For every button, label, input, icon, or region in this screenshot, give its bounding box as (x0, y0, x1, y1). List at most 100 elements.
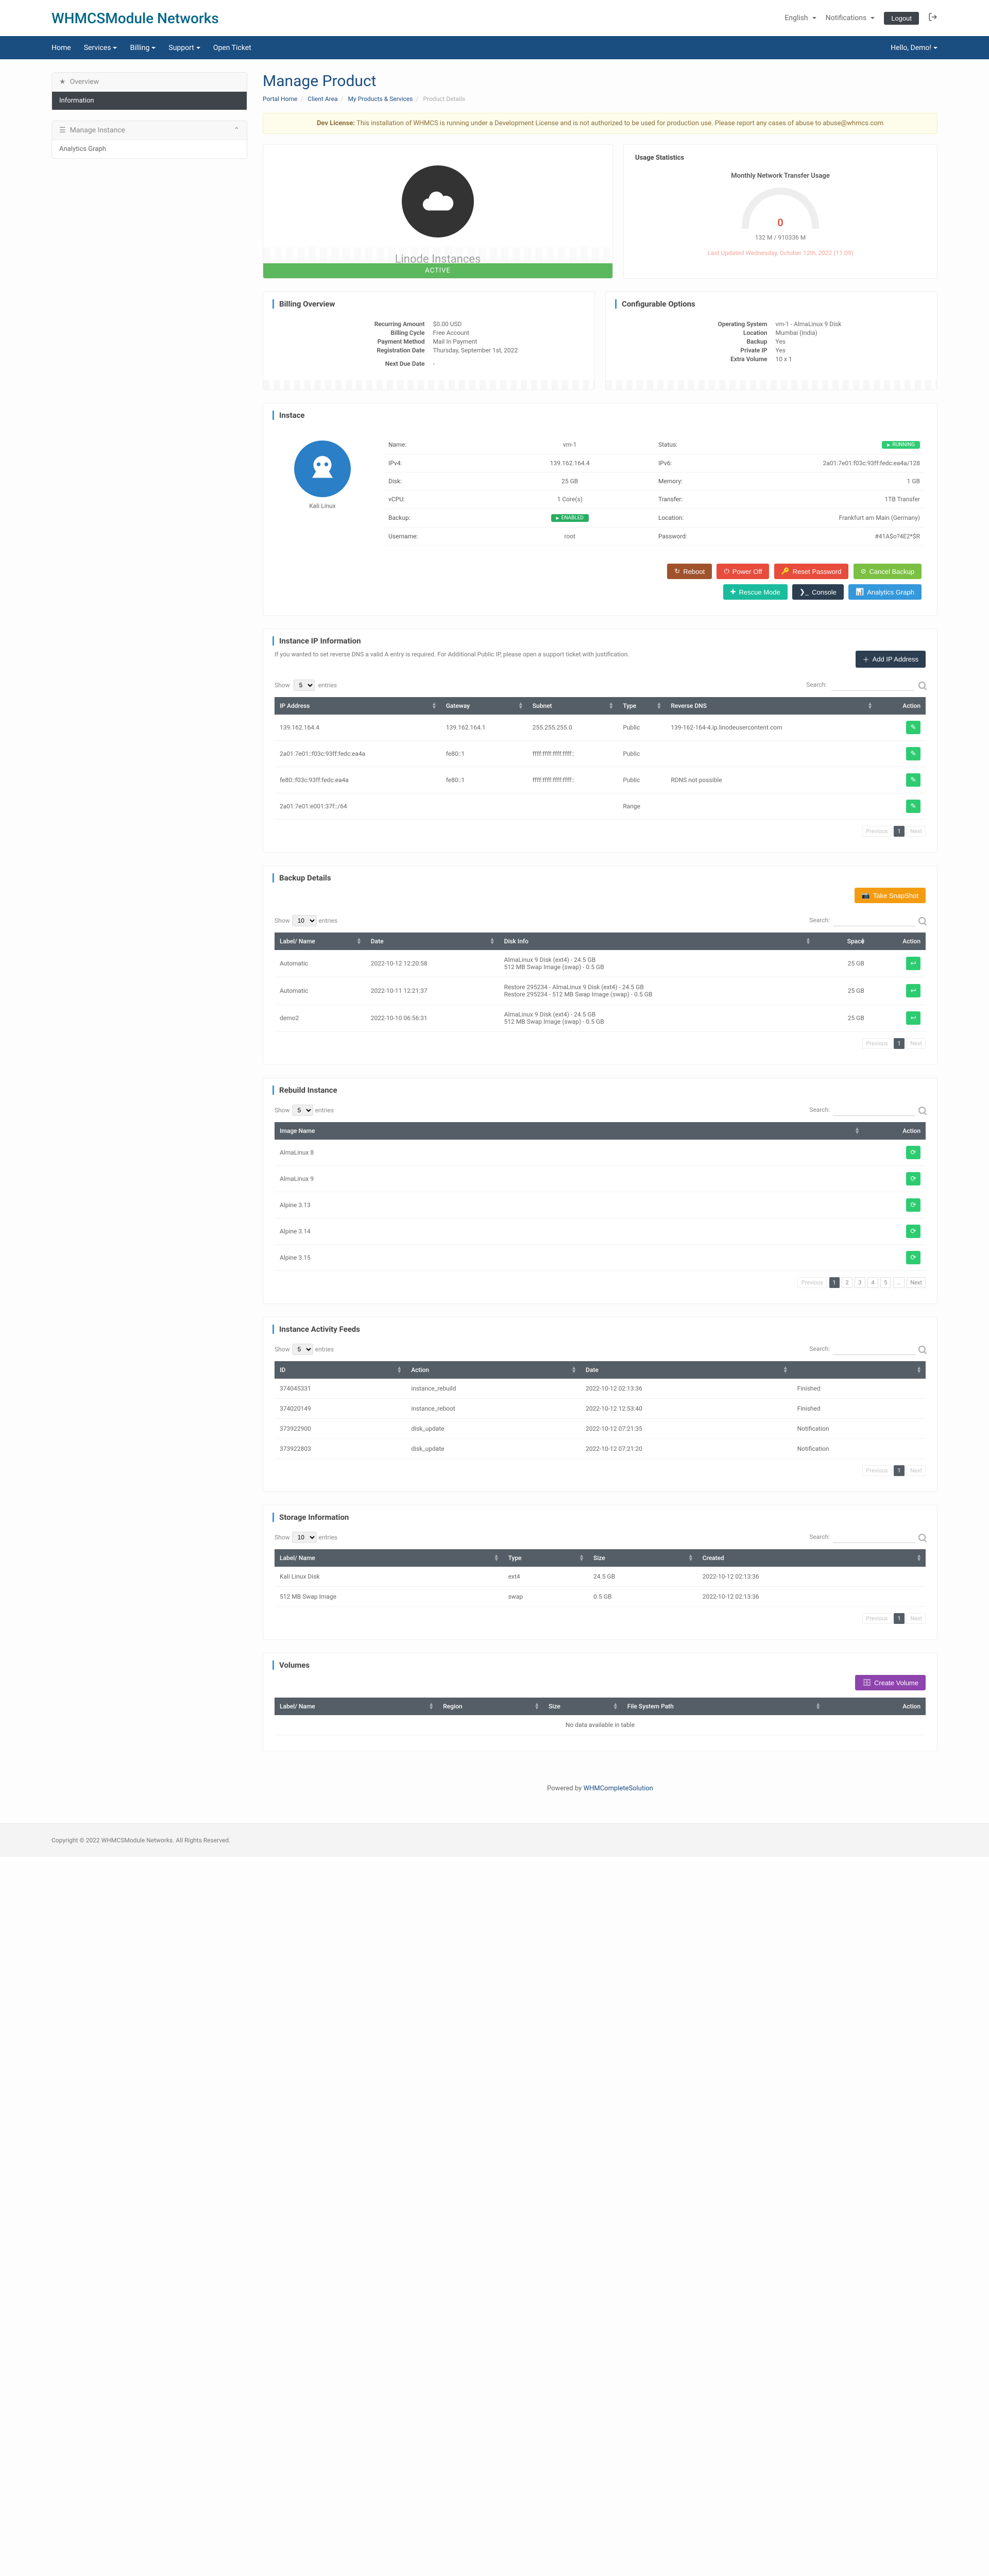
reboot-button[interactable]: ↻Reboot (667, 564, 712, 579)
ip-th-subnet[interactable]: Subnet▲▼ (527, 697, 618, 715)
exit-icon[interactable] (928, 12, 937, 24)
st-th-name[interactable]: Label/ Name▲▼ (275, 1549, 503, 1567)
bk-prev[interactable]: Previous (862, 1038, 891, 1049)
nav-support[interactable]: Support (168, 44, 200, 52)
ip-entries-select[interactable]: 5 (294, 680, 315, 691)
crumb-products[interactable]: My Products & Services (348, 95, 413, 103)
rb-deploy-button[interactable]: ⟳ (906, 1225, 920, 1238)
st-next[interactable]: Next (907, 1613, 926, 1624)
bk-th-date[interactable]: Date▲▼ (366, 933, 499, 950)
create-volume-button[interactable]: 🗄Create Volume (855, 1675, 926, 1690)
rb-page-5[interactable]: 5 (880, 1277, 891, 1288)
ip-show-label: Show (275, 682, 290, 689)
nav-home[interactable]: Home (52, 44, 71, 52)
bk-th-space[interactable]: Space▲▼ (815, 933, 869, 950)
ip-page-1[interactable]: 1 (894, 826, 904, 837)
crumb-portal[interactable]: Portal Home (263, 95, 297, 103)
sidebar-manage-header[interactable]: ☰ Manage Instance ⌃ (52, 121, 247, 140)
ip-th-gateway[interactable]: Gateway▲▼ (441, 697, 527, 715)
act-next[interactable]: Next (907, 1465, 926, 1476)
poweroff-button[interactable]: ⏻Power Off (717, 564, 769, 579)
reset-password-button[interactable]: 🔑Reset Password (774, 564, 849, 579)
bk-entries-select[interactable]: 10 (292, 915, 317, 926)
vol-th-size[interactable]: Size▲▼ (543, 1698, 622, 1715)
nav-billing[interactable]: Billing (130, 44, 156, 52)
act-page-1[interactable]: 1 (894, 1465, 904, 1476)
nav-user-menu[interactable]: Hello, Demo! (891, 44, 937, 52)
rb-page-4[interactable]: 4 (867, 1277, 878, 1288)
crumb-client[interactable]: Client Area (308, 95, 337, 103)
ip-next[interactable]: Next (907, 826, 926, 837)
ip-edit-button[interactable]: ✎ (906, 800, 920, 813)
nav-open-ticket[interactable]: Open Ticket (213, 44, 251, 52)
rb-page-more[interactable]: … (893, 1277, 904, 1288)
st-page-1[interactable]: 1 (894, 1613, 904, 1624)
rb-search-input[interactable] (833, 1104, 915, 1116)
console-button[interactable]: ❯_Console (792, 584, 844, 600)
take-snapshot-button[interactable]: 📷Take SnapShot (855, 888, 926, 903)
bk-th-name[interactable]: Label/ Name▲▼ (275, 933, 366, 950)
rb-deploy-button[interactable]: ⟳ (906, 1251, 920, 1264)
brand-logo[interactable]: WHMCSModule Networks (52, 10, 785, 27)
crumb-current: Product Details (423, 95, 465, 103)
bk-next[interactable]: Next (907, 1038, 926, 1049)
bk-search-input[interactable] (833, 914, 915, 926)
rb-next[interactable]: Next (907, 1277, 926, 1288)
rb-deploy-button[interactable]: ⟳ (906, 1172, 920, 1185)
st-th-created[interactable]: Created▲▼ (697, 1549, 926, 1567)
language-selector[interactable]: English (785, 14, 816, 22)
ip-edit-button[interactable]: ✎ (906, 721, 920, 734)
table-row: AlmaLinux 8 ⟳ (275, 1140, 926, 1166)
ip-edit-button[interactable]: ✎ (906, 747, 920, 760)
rb-page-2[interactable]: 2 (842, 1277, 852, 1288)
bk-restore-button[interactable]: ↩ (906, 1011, 920, 1025)
rb-th-image[interactable]: Image Name▲▼ (275, 1122, 864, 1140)
st-search-input[interactable] (833, 1531, 915, 1543)
act-th-date[interactable]: Date▲▼ (581, 1361, 792, 1379)
rb-page-3[interactable]: 3 (855, 1277, 865, 1288)
rb-page-1[interactable]: 1 (829, 1277, 840, 1288)
ip-edit-button[interactable]: ✎ (906, 773, 920, 787)
bk-th-disk[interactable]: Disk Info▲▼ (499, 933, 814, 950)
logout-button[interactable]: Logout (884, 12, 919, 25)
vol-th-region[interactable]: Region▲▼ (438, 1698, 543, 1715)
sidebar-analytics-graph[interactable]: Analytics Graph (52, 140, 247, 158)
act-cell-status: Notification (792, 1439, 926, 1459)
rb-deploy-button[interactable]: ⟳ (906, 1146, 920, 1159)
rb-entries-select[interactable]: 5 (292, 1105, 313, 1116)
refresh-icon: ↻ (674, 567, 680, 575)
notifications-dropdown[interactable]: Notifications (826, 14, 875, 22)
bk-restore-button[interactable]: ↩ (906, 984, 920, 997)
bk-page-1[interactable]: 1 (894, 1038, 904, 1049)
ip-th-rdns[interactable]: Reverse DNS▲▼ (666, 697, 877, 715)
st-entries-select[interactable]: 10 (292, 1532, 317, 1543)
inst-user-label: Username: (384, 528, 485, 546)
rb-prev[interactable]: Previous (797, 1277, 826, 1288)
rescue-mode-button[interactable]: ✚Rescue Mode (723, 584, 788, 600)
backup-table: Label/ Name▲▼ Date▲▼ Disk Info▲▼ Space▲▼… (275, 933, 926, 1032)
rb-deploy-button[interactable]: ⟳ (906, 1198, 920, 1212)
act-th-action[interactable]: Action▲▼ (406, 1361, 581, 1379)
add-ip-button[interactable]: ＋Add IP Address (856, 651, 926, 668)
act-th-status[interactable]: ▲▼ (792, 1361, 926, 1379)
analytics-graph-button[interactable]: 📊Analytics Graph (848, 584, 922, 600)
act-prev[interactable]: Previous (862, 1465, 891, 1476)
cancel-backup-button[interactable]: ⊘Cancel Backup (854, 564, 922, 579)
nav-services[interactable]: Services (84, 44, 117, 52)
ip-search-input[interactable] (831, 679, 914, 691)
st-th-size[interactable]: Size▲▼ (588, 1549, 697, 1567)
ip-cell-address: 139.162.164.4 (275, 715, 441, 741)
st-prev[interactable]: Previous (862, 1613, 891, 1624)
act-entries-select[interactable]: 5 (292, 1344, 313, 1355)
sidebar-information[interactable]: Information (52, 92, 247, 110)
act-search-input[interactable] (833, 1343, 915, 1355)
ip-prev[interactable]: Previous (862, 826, 891, 837)
powered-link[interactable]: WHMCompleteSolution (584, 1785, 653, 1792)
st-th-type[interactable]: Type▲▼ (503, 1549, 588, 1567)
vol-th-name[interactable]: Label/ Name▲▼ (275, 1698, 438, 1715)
bk-restore-button[interactable]: ↩ (906, 957, 920, 970)
ip-th-type[interactable]: Type▲▼ (618, 697, 666, 715)
vol-th-fs[interactable]: File System Path▲▼ (622, 1698, 825, 1715)
ip-th-address[interactable]: IP Address▲▼ (275, 697, 441, 715)
act-th-id[interactable]: ID▲▼ (275, 1361, 406, 1379)
